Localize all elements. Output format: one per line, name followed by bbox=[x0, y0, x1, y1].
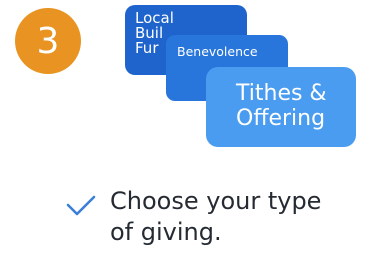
checkmark-icon bbox=[66, 195, 96, 216]
step-number-badge: 3 bbox=[15, 8, 81, 74]
tithes-card-label-line-1: Tithes & bbox=[236, 81, 327, 106]
checkmark-stroke bbox=[66, 195, 96, 216]
instruction-line-2: of giving. bbox=[110, 218, 222, 246]
giving-type-tithes-offering-card[interactable]: Tithes & Offering bbox=[206, 67, 356, 147]
instruction-line-1: Choose your type bbox=[110, 187, 322, 215]
step-number: 3 bbox=[36, 20, 60, 62]
tithes-card-label-line-2: Offering bbox=[236, 106, 326, 131]
benevolence-card-label: Benevolence bbox=[177, 44, 258, 59]
instruction-text: Choose your type of giving. bbox=[110, 186, 321, 248]
